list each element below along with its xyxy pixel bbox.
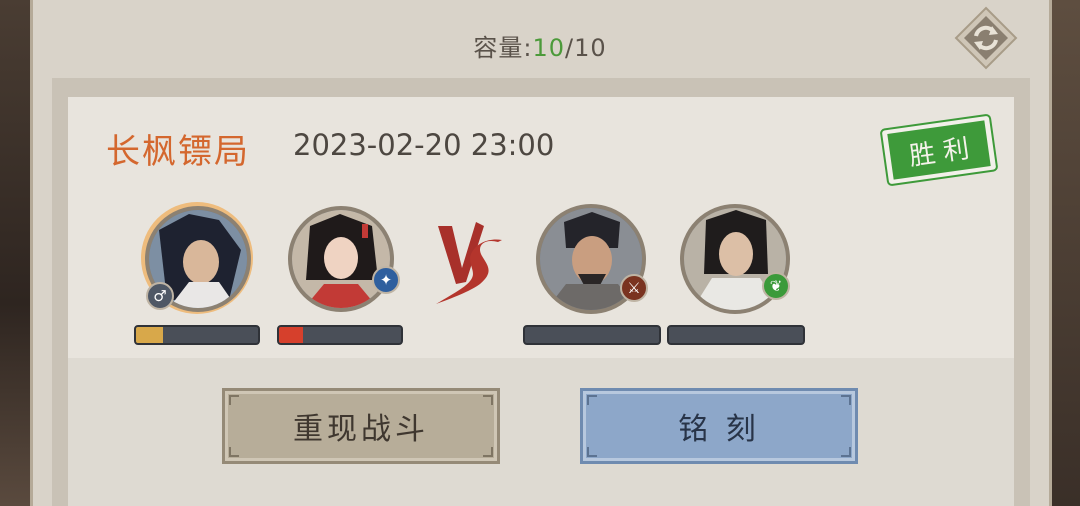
engrave-label: 铭 刻 — [678, 412, 760, 447]
fire-blade-icon: ⚔ — [620, 274, 648, 302]
hp-bar-right-1 — [523, 325, 661, 345]
button-corner-ornament — [841, 447, 851, 457]
hp-bar-left-2 — [277, 325, 403, 345]
capacity-text: 容量: — [473, 34, 533, 62]
battle-datetime: 2023-02-20 23:00 — [293, 128, 555, 162]
green-leaf-icon: ❦ — [762, 272, 790, 300]
escort-agency-name: 长枫镖局 — [106, 132, 250, 172]
capacity-total: /10 — [565, 34, 607, 62]
button-corner-ornament — [483, 395, 493, 405]
hp-fill — [279, 327, 304, 343]
capacity-current: 10 — [532, 34, 565, 62]
replay-battle-button[interactable]: 重现战斗 — [222, 388, 500, 464]
replay-battle-label: 重现战斗 — [293, 412, 429, 447]
card-action-area — [68, 358, 1014, 506]
button-corner-ornament — [483, 447, 493, 457]
engrave-button[interactable]: 铭 刻 — [580, 388, 858, 464]
hp-bar-left-1 — [134, 325, 260, 345]
background-right — [1052, 0, 1080, 506]
background-left — [0, 0, 30, 506]
blue-weapon-icon: ✦ — [372, 266, 400, 294]
hp-fill — [136, 327, 163, 343]
button-corner-ornament — [587, 447, 597, 457]
versus-icon: VS — [432, 212, 508, 308]
hp-bar-right-2 — [667, 325, 805, 345]
hero-portrait-avatar — [288, 206, 394, 312]
male-symbol-icon: ♂ — [146, 282, 174, 310]
capacity-label: 容量:10/10 — [0, 28, 1080, 63]
button-corner-ornament — [841, 395, 851, 405]
refresh-icon — [954, 6, 1018, 70]
refresh-button[interactable] — [954, 6, 1018, 70]
button-corner-ornament — [587, 395, 597, 405]
button-corner-ornament — [229, 447, 239, 457]
victory-stamp: 胜 利 — [876, 112, 1002, 188]
button-corner-ornament — [229, 395, 239, 405]
